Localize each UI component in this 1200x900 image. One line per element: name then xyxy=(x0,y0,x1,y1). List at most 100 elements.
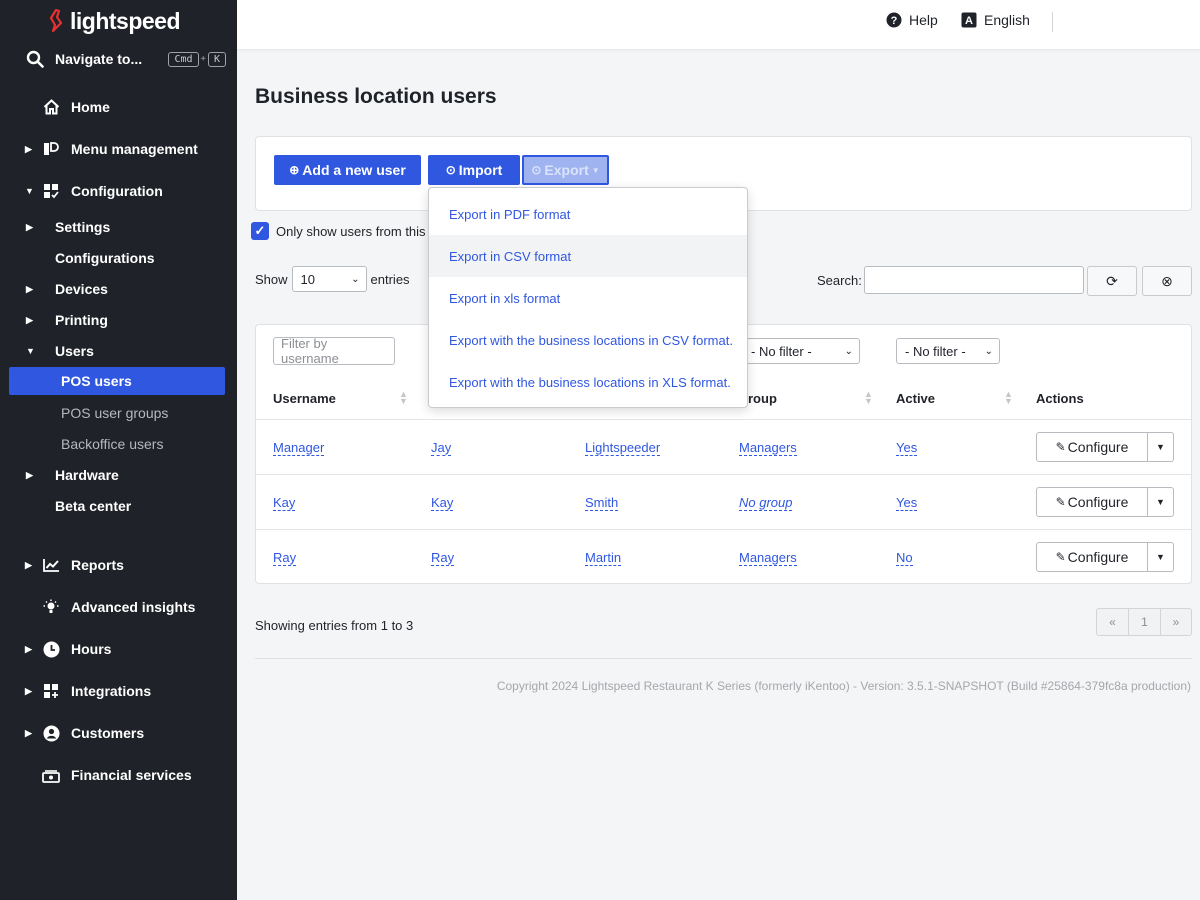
sidebar-item-backoffice-users[interactable]: Backoffice users xyxy=(9,430,225,458)
sidebar-item-users[interactable]: ▼ Users xyxy=(0,339,237,363)
group-link[interactable]: No group xyxy=(739,495,793,511)
edit-icon: ✎ xyxy=(1055,495,1066,509)
help-link[interactable]: ? Help xyxy=(886,12,938,28)
chart-line-icon xyxy=(42,556,60,574)
show-label: Show xyxy=(255,271,288,287)
active-filter-select[interactable]: - No filter - ⌄ xyxy=(896,338,1000,364)
sidebar-item-devices[interactable]: ▶ Devices xyxy=(0,277,237,301)
configure-dropdown-toggle[interactable]: ▼ xyxy=(1148,487,1174,517)
sidebar-item-beta-center[interactable]: Beta center xyxy=(0,494,237,518)
clear-icon: ⊗ xyxy=(1161,272,1173,289)
language-selector[interactable]: A English xyxy=(961,12,1030,28)
svg-text:?: ? xyxy=(891,15,898,27)
caret-right-icon: ▶ xyxy=(25,560,32,570)
export-pdf-item[interactable]: Export in PDF format xyxy=(429,193,747,235)
sidebar-label: POS user groups xyxy=(61,405,169,421)
export-csv-item[interactable]: Export in CSV format xyxy=(429,235,747,277)
export-locations-csv-item[interactable]: Export with the business locations in CS… xyxy=(429,319,747,361)
last-name-link[interactable]: Martin xyxy=(585,550,622,566)
sidebar-item-pos-user-groups[interactable]: POS user groups xyxy=(9,399,225,427)
configure-dropdown-toggle[interactable]: ▼ xyxy=(1148,432,1174,462)
lightspeed-logo[interactable]: lightspeed xyxy=(50,6,181,36)
configure-button[interactable]: ✎ Configure xyxy=(1036,432,1148,462)
username-link[interactable]: Kay xyxy=(273,495,296,511)
sidebar-item-financial-services[interactable]: Financial services xyxy=(0,761,237,789)
caret-right-icon: ▶ xyxy=(26,469,33,480)
caret-right-icon: ▶ xyxy=(25,144,32,154)
sidebar-item-hardware[interactable]: ▶ Hardware xyxy=(0,463,237,487)
copyright-text: Copyright 2024 Lightspeed Restaurant K S… xyxy=(496,679,1191,693)
search-icon xyxy=(26,50,44,68)
column-header-active[interactable]: Active xyxy=(896,391,935,406)
export-label: Export xyxy=(544,162,589,178)
first-name-link[interactable]: Ray xyxy=(431,550,455,566)
sidebar-item-reports[interactable]: ▶ Reports xyxy=(0,551,237,579)
row-divider xyxy=(256,419,1191,420)
prev-page-button[interactable]: « xyxy=(1097,609,1129,635)
page-length-select[interactable]: 10 ⌄ xyxy=(291,266,367,292)
active-link[interactable]: Yes xyxy=(896,440,918,456)
sidebar-item-hours[interactable]: ▶ Hours xyxy=(0,635,237,663)
next-page-button[interactable]: » xyxy=(1161,609,1191,635)
caret-right-icon: ▶ xyxy=(25,644,32,654)
caret-down-icon: ▼ xyxy=(25,186,34,196)
column-header-username[interactable]: Username xyxy=(273,391,336,406)
page-1-button[interactable]: 1 xyxy=(1129,609,1161,635)
row-divider xyxy=(256,474,1191,475)
sidebar-label: Integrations xyxy=(71,683,152,699)
sidebar-label: Customers xyxy=(71,725,145,741)
active-link[interactable]: No xyxy=(896,550,913,566)
search-input[interactable] xyxy=(863,266,1084,294)
sidebar-item-customers[interactable]: ▶ Customers xyxy=(0,719,237,747)
active-link[interactable]: Yes xyxy=(896,495,918,511)
help-label: Help xyxy=(909,12,938,28)
navigate-label: Navigate to... xyxy=(55,51,143,67)
sidebar-item-configurations[interactable]: Configurations xyxy=(0,246,237,270)
sidebar-item-settings[interactable]: ▶ Settings xyxy=(0,215,237,239)
configure-dropdown-toggle[interactable]: ▼ xyxy=(1148,542,1174,572)
only-show-users-filter[interactable]: ✓ Only show users from this b xyxy=(251,222,436,240)
username-filter-input[interactable]: Filter by username xyxy=(273,336,395,366)
sidebar-item-integrations[interactable]: ▶ Integrations xyxy=(0,677,237,705)
clear-filter-button[interactable]: ⊗ xyxy=(1142,266,1192,296)
group-link[interactable]: Managers xyxy=(739,550,797,566)
export-xls-item[interactable]: Export in xls format xyxy=(429,277,747,319)
first-name-link[interactable]: Jay xyxy=(431,440,452,456)
sidebar-item-advanced-insights[interactable]: Advanced insights xyxy=(0,593,237,621)
flame-icon xyxy=(50,9,63,33)
caret-right-icon: ▶ xyxy=(25,728,32,738)
sidebar-item-menu-management[interactable]: ▶ Menu management xyxy=(0,135,237,163)
navigate-search[interactable]: Navigate to... Cmd + K xyxy=(26,46,226,72)
checkbox-checked[interactable]: ✓ xyxy=(251,222,269,240)
first-name-link[interactable]: Kay xyxy=(431,495,454,511)
configure-button[interactable]: ✎ Configure xyxy=(1036,487,1148,517)
chevron-down-icon: ⌄ xyxy=(351,273,360,285)
export-button[interactable]: ⊙ Export ▼ xyxy=(522,155,609,185)
column-header-group[interactable]: roup xyxy=(748,391,777,406)
last-name-link[interactable]: Smith xyxy=(585,495,619,511)
sidebar-item-printing[interactable]: ▶ Printing xyxy=(0,308,237,332)
export-locations-xls-item[interactable]: Export with the business locations in XL… xyxy=(429,361,747,403)
sidebar-item-configuration[interactable]: ▼ Configuration xyxy=(0,177,237,205)
sidebar-item-pos-users[interactable]: POS users xyxy=(9,367,225,395)
sidebar-label: Hours xyxy=(71,641,112,657)
sidebar-item-home[interactable]: Home xyxy=(0,93,237,121)
username-link[interactable]: Ray xyxy=(273,550,297,566)
group-filter-select[interactable]: - No filter - ⌄ xyxy=(742,338,860,364)
export-dropdown-menu: Export in PDF format Export in CSV forma… xyxy=(428,187,748,408)
sort-icon[interactable]: ▲ ▼ xyxy=(864,390,873,406)
username-link[interactable]: Manager xyxy=(273,440,325,456)
plus-circle-icon: ⊕ xyxy=(289,163,300,177)
import-button[interactable]: ⊙ Import xyxy=(428,155,520,185)
configure-button-group: ✎ Configure ▼ xyxy=(1036,432,1174,462)
add-user-button[interactable]: ⊕ Add a new user xyxy=(274,155,421,185)
configure-button-group: ✎ Configure ▼ xyxy=(1036,542,1174,572)
refresh-button[interactable]: ⟳ xyxy=(1087,266,1137,296)
sort-icon[interactable]: ▲ ▼ xyxy=(399,390,408,406)
configure-button[interactable]: ✎ Configure xyxy=(1036,542,1148,572)
sidebar-label: Home xyxy=(71,99,110,115)
last-name-link[interactable]: Lightspeeder xyxy=(585,440,661,456)
sort-icon[interactable]: ▲ ▼ xyxy=(1004,390,1013,406)
group-link[interactable]: Managers xyxy=(739,440,797,456)
sidebar-label: Users xyxy=(55,343,94,359)
